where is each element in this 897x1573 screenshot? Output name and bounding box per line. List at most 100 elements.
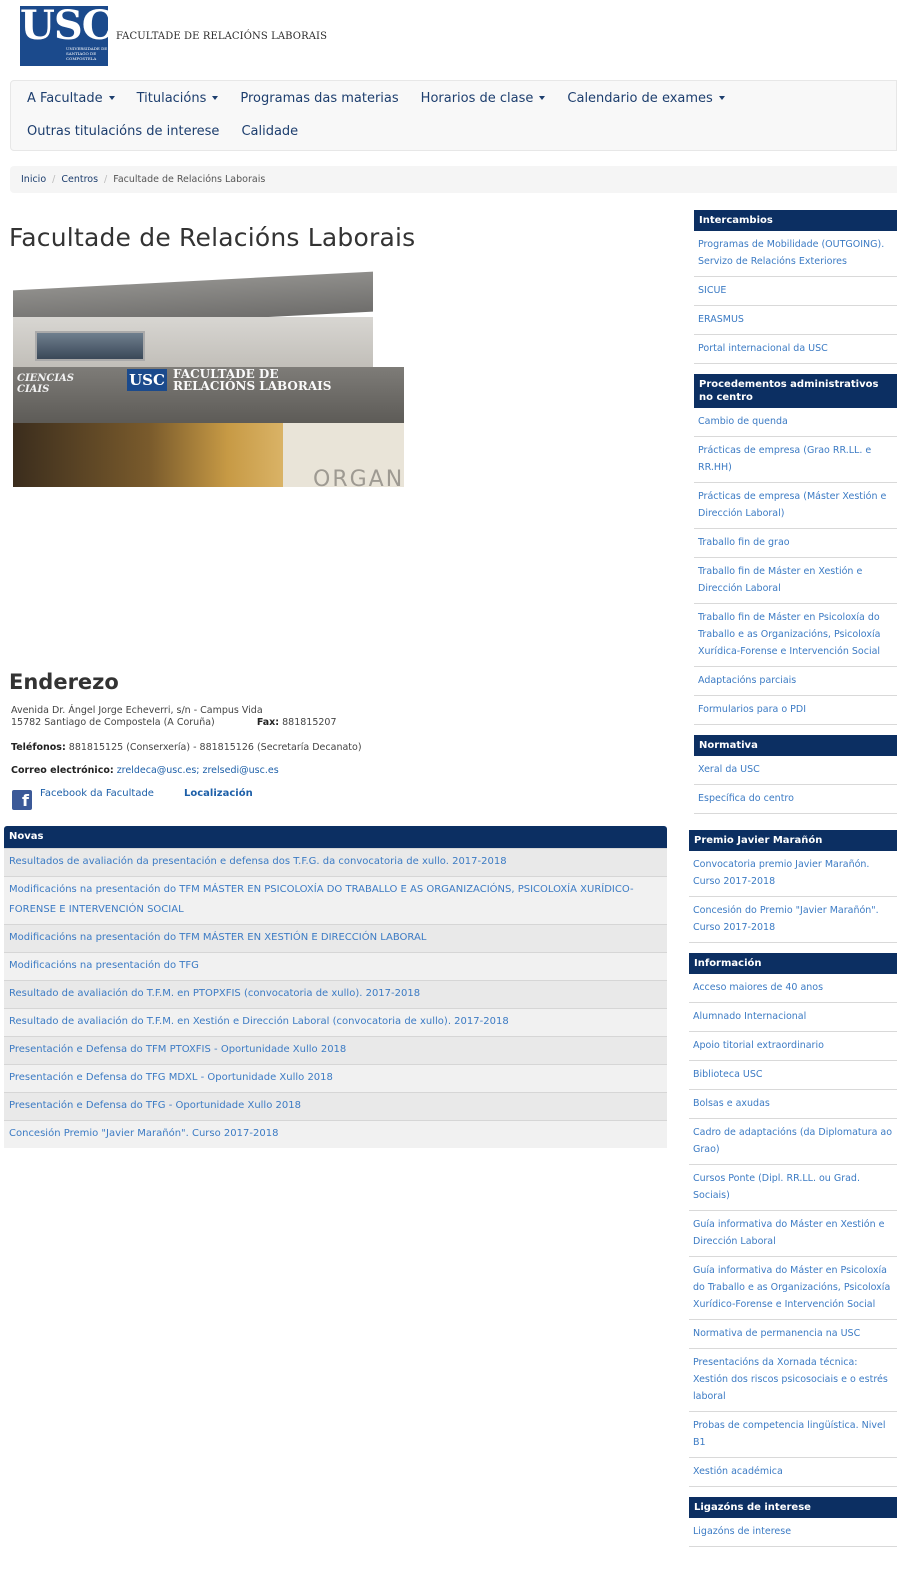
address-heading: Enderezo [9,670,119,694]
sidebar-panel-heading: Normativa [694,735,897,756]
breadcrumb: Inicio / Centros / Facultade de Relacións La… [10,166,897,193]
caret-down-icon [539,96,546,100]
news-item[interactable]: Presentación e Defensa do TFG - Oportuni… [4,1092,667,1120]
faculty-name[interactable]: FACULTADE DE RELACIÓNS LABORAIS [116,31,327,42]
sidebar-link[interactable]: Portal internacional da USC [694,335,897,364]
news-item[interactable]: Modificacións na presentación do TFM MÁS… [4,924,667,952]
hero-usc-logo: USC [127,369,167,391]
news-list: Resultados de avaliación da presentación… [4,848,667,1148]
news-item[interactable]: Resultado de avaliación do T.F.M. en PTO… [4,980,667,1008]
sidebar-link[interactable]: Cambio de quenda [694,408,897,437]
sidebar-panel-normativa: Normativa Xeral da USC Específica do centr… [694,735,897,814]
sidebar-link[interactable]: Prácticas de empresa (Máster Xestión e D… [694,483,897,529]
caret-down-icon [212,96,219,100]
breadcrumb-centros[interactable]: Centros [61,174,98,185]
sidebar-bottom: Premio Javier Marañón Convocatoria premio… [689,830,897,1557]
news-item[interactable]: Modificacións na presentación do TFG [4,952,667,980]
news-item[interactable]: Modificacións na presentación do TFM MÁS… [4,876,667,924]
address-city: 15782 Santiago de Compostela (A Coruña) [11,717,215,728]
news-item[interactable]: Concesión Premio "Javier Marañón". Curso… [4,1120,667,1148]
sidebar-link[interactable]: Traballo fin de Máster en Psicoloxía do … [694,604,897,667]
nav-item-titulacions[interactable]: Titulacións [137,91,219,106]
sidebar-link[interactable]: Programas de Mobilidade (OUTGOING). Serv… [694,231,897,277]
sidebar-panel-heading: Premio Javier Marañón [689,830,897,851]
sidebar-link[interactable]: Probas de competencia lingüística. Nivel… [689,1412,897,1458]
nav-row-2: Outras titulacións de interese Calidade [27,124,320,139]
news-item[interactable]: Resultados de avaliación da presentación… [4,848,667,876]
sidebar-panel-heading: Procedementos administrativos no centro [694,374,897,408]
caret-down-icon [108,96,115,100]
sidebar-link[interactable]: Bolsas e axudas [689,1090,897,1119]
nav-item-label: Programas das materias [240,91,399,106]
sidebar-link[interactable]: Guía informativa do Máster en Xestión e … [689,1211,897,1257]
sidebar-link[interactable]: Traballo fin de grao [694,529,897,558]
sidebar-panel-heading: Ligazóns de interese [689,1497,897,1518]
sidebar-link[interactable]: Adaptacións parciais [694,667,897,696]
sidebar-link[interactable]: Biblioteca USC [689,1061,897,1090]
news-item[interactable]: Resultado de avaliación do T.F.M. en Xes… [4,1008,667,1036]
sidebar-link[interactable]: Xestión académica [689,1458,897,1487]
sidebar-top: Intercambios Programas de Mobilidade (OUT… [694,210,897,824]
fax-label: Fax: [256,717,280,728]
sidebar-link[interactable]: SICUE [694,277,897,306]
address-line-1: Avenida Dr. Ángel Jorge Echeverri, s/n -… [11,705,263,716]
nav-item-outras-titulacions-de-interese[interactable]: Outras titulacións de interese [27,124,219,139]
address-line-2: 15782 Santiago de Compostela (A Coruña) … [11,717,337,729]
email-line: Correo electrónico: zreldeca@usc.es; zre… [11,765,279,777]
location-link[interactable]: Localización [184,788,253,799]
hero-graffiti: ORGANÍZ [313,467,404,487]
nav-row-1: A Facultade Titulacións Programas das mate… [27,91,747,106]
sidebar-link[interactable]: Ligazóns de interese [689,1518,897,1547]
breadcrumb-current: Facultade de Relacións Laborais [113,174,266,185]
sidebar-link[interactable]: Específica do centro [694,785,897,814]
breadcrumb-separator: / [104,174,108,185]
logo-letters: USC [20,2,114,49]
sidebar-link[interactable]: Normativa de permanencia na USC [689,1320,897,1349]
sidebar-link[interactable]: Cadro de adaptacións (da Diplomatura ao … [689,1119,897,1165]
sidebar-link[interactable]: Concesión do Premio "Javier Marañón". Cu… [689,897,897,943]
sidebar-link[interactable]: Convocatoria premio Javier Marañón. Curs… [689,851,897,897]
breadcrumb-home[interactable]: Inicio [21,174,46,185]
phones-value: 881815125 (Conserxería) - 881815126 (Sec… [68,742,362,753]
logo-small-text: UNIVERSIDADE DE SANTIAGO DE COMPOSTELA [66,46,108,61]
sidebar-link[interactable]: Xeral da USC [694,756,897,785]
main-navbar: A Facultade Titulacións Programas das mate… [10,80,897,151]
sidebar-link[interactable]: Cursos Ponte (Dipl. RR.LL. ou Grad. Soci… [689,1165,897,1211]
nav-item-label: Titulacións [136,91,207,106]
hero-window [35,331,145,361]
sidebar-link[interactable]: Alumnado Internacional [689,1003,897,1032]
sidebar-link[interactable]: Acceso maiores de 40 anos [689,974,897,1003]
phones-line: Teléfonos: 881815125 (Conserxería) - 881… [11,742,362,754]
nav-item-a-facultade[interactable]: A Facultade [27,91,115,106]
sidebar-link[interactable]: Prácticas de empresa (Grao RR.LL. e RR.H… [694,437,897,483]
nav-item-horarios-de-clase[interactable]: Horarios de clase [421,91,546,106]
site-header: USC UNIVERSIDADE DE SANTIAGO DE COMPOSTE… [0,0,897,80]
sidebar-link[interactable]: Traballo fin de Máster en Xestión e Dire… [694,558,897,604]
page-title: Facultade de Relacións Laborais [9,223,416,252]
sidebar-link[interactable]: Formularios para o PDI [694,696,897,725]
news-panel: Novas Resultados de avaliación da presen… [4,826,667,1148]
news-heading: Novas [4,826,667,848]
news-item[interactable]: Presentación e Defensa do TFG MDXL - Opo… [4,1064,667,1092]
sidebar-link[interactable]: Presentacións da Xornada técnica: Xestió… [689,1349,897,1412]
sidebar-link[interactable]: Apoio titorial extraordinario [689,1032,897,1061]
hero-left-text-line: CIAIS [17,384,50,395]
nav-item-label: Horarios de clase [420,91,534,106]
nav-item-calidade[interactable]: Calidade [241,124,298,139]
facebook-link[interactable]: Facebook da Facultade [40,788,154,799]
nav-item-calendario-de-exames[interactable]: Calendario de exames [567,91,725,106]
caret-down-icon [718,96,725,100]
sidebar-link[interactable]: Guía informativa do Máster en Psicoloxía… [689,1257,897,1320]
sidebar-panel-ligazons-de-interese: Ligazóns de interese Ligazóns de interese [689,1497,897,1547]
nav-item-programas-das-materias[interactable]: Programas das materias [240,91,398,106]
nav-item-label: Calidade [241,124,299,139]
sidebar-link[interactable]: ERASMUS [694,306,897,335]
sidebar-panel-informacion: Información Acceso maiores de 40 anos Alum… [689,953,897,1487]
faculty-building-image: CIENCIAS CIAIS USC FACULTADE DE RELACIÓNS … [13,269,404,487]
sidebar-panel-heading: Información [689,953,897,974]
usc-logo[interactable]: USC UNIVERSIDADE DE SANTIAGO DE COMPOSTE… [20,2,114,66]
email-link[interactable]: zreldeca@usc.es; zrelsedi@usc.es [117,765,279,776]
facebook-icon[interactable]: f [12,790,32,810]
email-label: Correo electrónico: [11,765,114,776]
news-item[interactable]: Presentación e Defensa do TFM PTOXFIS - … [4,1036,667,1064]
